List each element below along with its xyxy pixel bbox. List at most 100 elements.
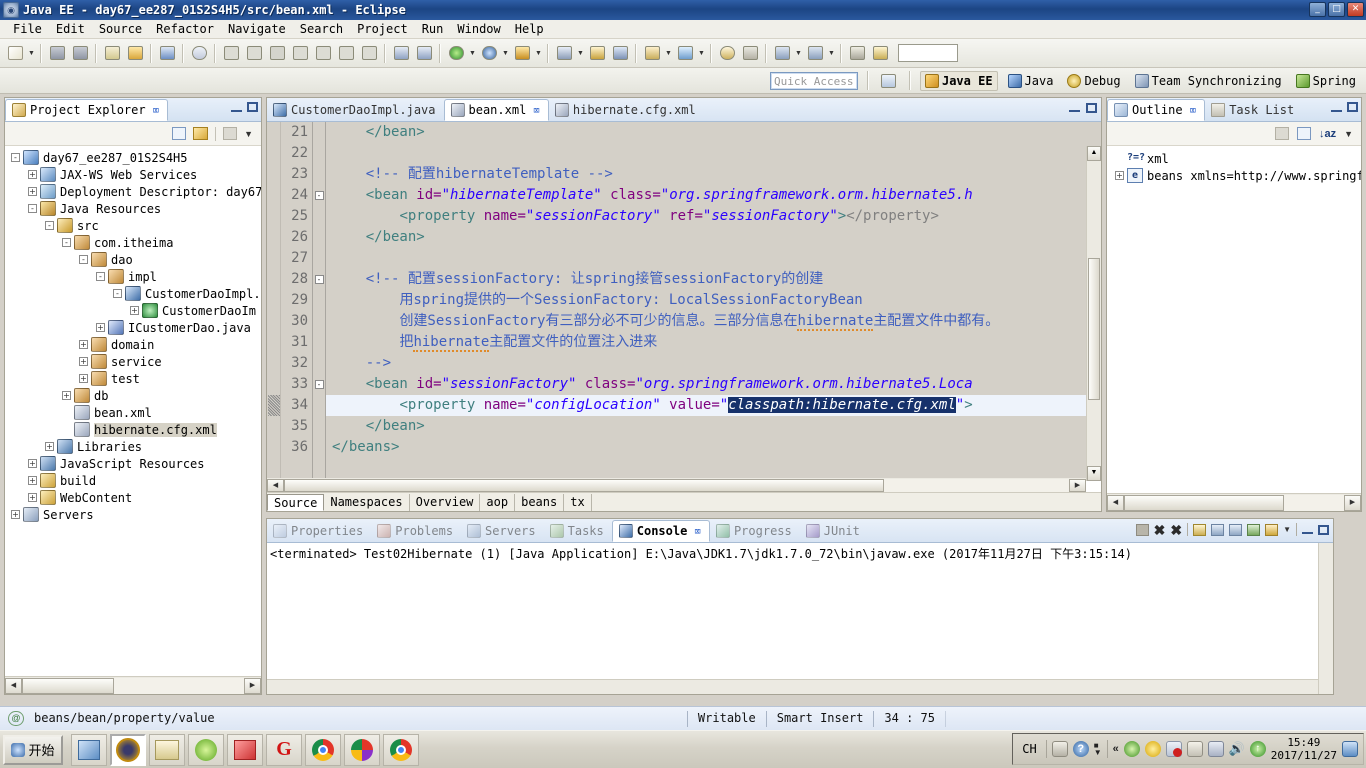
step-return-button[interactable] xyxy=(335,42,357,64)
debug-button[interactable] xyxy=(478,42,500,64)
debug-dropdown-arrow[interactable]: ▼ xyxy=(501,42,510,64)
fold-toggle-icon[interactable]: - xyxy=(313,374,325,395)
sort-icon[interactable]: ↓az xyxy=(1319,128,1336,140)
code-line[interactable]: <bean id="hibernateTemplate" class="org.… xyxy=(326,185,1101,206)
close-icon[interactable]: ⌧ xyxy=(533,104,540,117)
menu-item-navigate[interactable]: Navigate xyxy=(221,21,293,37)
open-type-button[interactable] xyxy=(586,42,608,64)
project-explorer-hscrollbar[interactable]: ◀ ▶ xyxy=(5,676,261,694)
collapse-icon[interactable]: - xyxy=(96,272,105,281)
scroll-right-button[interactable]: ▶ xyxy=(244,677,261,694)
remove-all-terminated-icon[interactable]: ✖ xyxy=(1170,523,1182,537)
hscroll-thumb[interactable] xyxy=(22,677,114,694)
expand-icon[interactable]: + xyxy=(11,510,20,519)
collapse-icon[interactable]: - xyxy=(79,255,88,264)
new-class-dropdown-arrow[interactable]: ▼ xyxy=(697,42,706,64)
tree-item[interactable]: - src xyxy=(5,217,261,234)
collapse-icon[interactable]: - xyxy=(28,204,37,213)
editor-hscroll-track[interactable] xyxy=(284,478,1069,492)
outline-hscroll-thumb[interactable] xyxy=(1124,494,1284,511)
tree-item[interactable]: - day67_ee287_01S2S4H5 xyxy=(5,149,261,166)
code-line[interactable]: 创建SessionFactory有三部分必不可少的信息。三部分信息在hibern… xyxy=(326,311,1101,332)
step-over-button[interactable] xyxy=(312,42,334,64)
external-tools-dropdown-arrow[interactable]: ▼ xyxy=(534,42,543,64)
expand-tray-icon[interactable]: ■ ▼ xyxy=(1094,742,1102,757)
tree-item[interactable]: + build xyxy=(5,472,261,489)
code-line[interactable]: <!-- 配置hibernateTemplate --> xyxy=(326,164,1101,185)
chevron-down-icon[interactable]: ▼ xyxy=(1344,129,1353,139)
tree-item[interactable]: + Libraries xyxy=(5,438,261,455)
storage-icon[interactable] xyxy=(1207,741,1224,757)
tree-item[interactable]: + service xyxy=(5,353,261,370)
maximize-icon[interactable] xyxy=(1086,103,1097,113)
new-package-button[interactable] xyxy=(641,42,663,64)
tree-item[interactable]: + Deployment Descriptor: day67_ee2 xyxy=(5,183,261,200)
tree-item[interactable]: + JavaScript Resources xyxy=(5,455,261,472)
validate-button[interactable] xyxy=(124,42,146,64)
code-line[interactable]: <property name="configLocation" value="c… xyxy=(326,395,1101,416)
menu-item-window[interactable]: Window xyxy=(450,21,507,37)
tree-item[interactable]: - impl xyxy=(5,268,261,285)
expand-icon[interactable]: + xyxy=(62,391,71,400)
collapse-icon[interactable]: - xyxy=(113,289,122,298)
new-dropdown-arrow[interactable]: ▼ xyxy=(27,42,36,64)
editor-scroll-left-button[interactable]: ◀ xyxy=(267,478,284,492)
editor-tab[interactable]: hibernate.cfg.xml xyxy=(549,99,704,121)
new-package-dropdown-arrow[interactable]: ▼ xyxy=(664,42,673,64)
view-menu-icon[interactable] xyxy=(223,127,238,140)
tree-item[interactable]: + JAX-WS Web Services xyxy=(5,166,261,183)
display-selected-console-icon[interactable] xyxy=(1193,523,1207,536)
tree-item[interactable]: bean.xml xyxy=(5,404,261,421)
code-line[interactable]: </bean> xyxy=(326,227,1101,248)
expand-icon[interactable]: + xyxy=(28,170,37,179)
menu-item-project[interactable]: Project xyxy=(350,21,415,37)
drop-to-frame-button[interactable] xyxy=(358,42,380,64)
help-icon[interactable]: ? xyxy=(1072,741,1089,757)
console-tab[interactable]: JUnit xyxy=(800,520,868,542)
outline-hscroll-track[interactable] xyxy=(1124,494,1344,511)
upload-icon[interactable]: ↑ xyxy=(1249,741,1266,757)
code-line[interactable]: <property name="sessionFactory" ref="ses… xyxy=(326,206,1101,227)
editor-hscrollbar[interactable]: ◀ ▶ xyxy=(267,478,1086,492)
expand-icon[interactable]: + xyxy=(45,442,54,451)
editor-form-tab[interactable]: tx xyxy=(564,493,592,511)
code-line[interactable]: 把hibernate主配置文件的位置注入进来 xyxy=(326,332,1101,353)
tree-item[interactable]: + Servers xyxy=(5,506,261,523)
menu-item-refactor[interactable]: Refactor xyxy=(149,21,221,37)
volume-icon[interactable]: 🔊 xyxy=(1229,741,1245,757)
code-line[interactable] xyxy=(326,248,1101,269)
chrome2-icon[interactable] xyxy=(383,733,419,766)
tab-project-explorer[interactable]: Project Explorer ⌧ xyxy=(5,99,169,121)
folding-gutter[interactable]: - - - xyxy=(313,122,326,481)
menu-item-edit[interactable]: Edit xyxy=(49,21,92,37)
external-tools-button[interactable] xyxy=(511,42,533,64)
pin-editor-button[interactable] xyxy=(846,42,868,64)
hide-fields-icon[interactable] xyxy=(1274,127,1289,140)
tree-item[interactable]: - CustomerDaoImpl. xyxy=(5,285,261,302)
show-hidden-icons-icon[interactable]: « xyxy=(1113,743,1119,755)
code-line[interactable]: <bean id="sessionFactory" class="org.spr… xyxy=(326,374,1101,395)
toggle-mark-occurrences-button[interactable] xyxy=(869,42,891,64)
explorer-icon[interactable] xyxy=(149,733,185,766)
editor-tab[interactable]: CustomerDaoImpl.java xyxy=(267,99,444,121)
server-dropdown-arrow[interactable]: ▼ xyxy=(576,42,585,64)
perspective-debug[interactable]: Debug xyxy=(1063,72,1124,90)
console-tab[interactable]: Console ⌧ xyxy=(611,520,710,542)
code-line[interactable]: </beans> xyxy=(326,437,1101,458)
outline-item[interactable]: ?=? xml xyxy=(1107,150,1361,167)
collapse-all-icon[interactable] xyxy=(1296,127,1311,140)
code-line[interactable]: <!-- 配置sessionFactory: 让spring接管sessionF… xyxy=(326,269,1101,290)
scroll-up-button[interactable]: ▲ xyxy=(1087,146,1101,161)
no-marker-button[interactable] xyxy=(188,42,210,64)
outline-scroll-left-button[interactable]: ◀ xyxy=(1107,494,1124,511)
tree-item[interactable]: + db xyxy=(5,387,261,404)
editor-scroll-right-button[interactable]: ▶ xyxy=(1069,478,1086,492)
minimize-icon[interactable] xyxy=(1302,525,1313,534)
scroll-down-button[interactable]: ▼ xyxy=(1087,466,1101,481)
expand-icon[interactable]: + xyxy=(1115,171,1124,180)
print-button[interactable] xyxy=(101,42,123,64)
outline-item[interactable]: +e beans xmlns=http://www.springframew xyxy=(1107,167,1361,184)
search-button[interactable] xyxy=(716,42,738,64)
console-output[interactable]: <terminated> Test02Hibernate (1) [Java A… xyxy=(267,543,1318,679)
console-tab[interactable]: Tasks xyxy=(544,520,612,542)
